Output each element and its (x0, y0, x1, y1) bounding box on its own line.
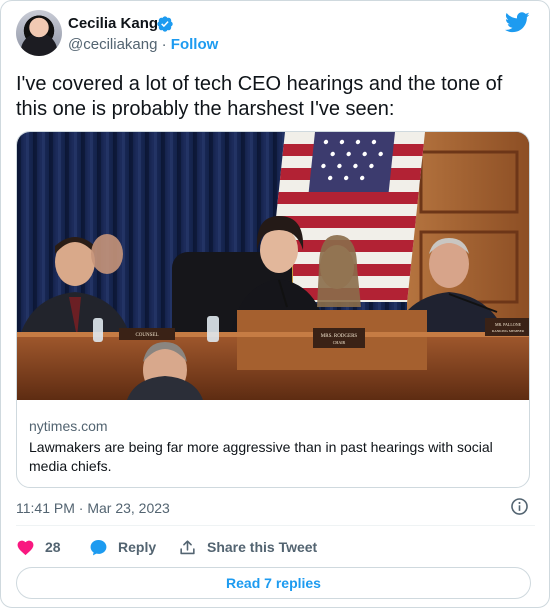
tweet-card: Cecilia Kang @ceciliakang · Follow I've … (0, 0, 550, 608)
handle-separator: · (157, 36, 171, 53)
share-button[interactable]: Share this Tweet (178, 537, 317, 557)
read-replies-button[interactable]: Read 7 replies (16, 567, 531, 599)
nameplate-left: COUNSEL (135, 333, 158, 338)
reply-button[interactable]: Reply (89, 537, 156, 557)
info-icon[interactable] (510, 497, 529, 516)
avatar[interactable] (16, 10, 62, 56)
nameplate-center-role: CHAIR (333, 340, 346, 345)
nameplate-right: MR. PALLONE (495, 322, 522, 327)
author-name[interactable]: Cecilia Kang (68, 15, 158, 33)
reply-label: Reply (118, 539, 157, 555)
link-card[interactable]: MRS. RODGERS CHAIR COUNSEL MR. PALLONE R… (16, 131, 530, 488)
author-handle[interactable]: @ceciliakang (68, 36, 157, 53)
follow-button[interactable]: Follow (171, 36, 219, 53)
card-domain[interactable]: nytimes.com (29, 417, 108, 435)
like-count: 28 (45, 539, 61, 555)
handle-row: @ceciliakang · Follow (68, 36, 218, 54)
tweet-text: I've covered a lot of tech CEO hearings … (16, 73, 503, 120)
share-icon (180, 539, 195, 554)
hearing-photo: MRS. RODGERS CHAIR COUNSEL MR. PALLONE R… (17, 132, 529, 400)
divider (16, 525, 535, 526)
like-button[interactable]: 28 (16, 537, 61, 557)
card-title[interactable]: Lawmakers are being far more aggressive … (29, 438, 519, 476)
reply-bubble-icon (90, 539, 107, 555)
nameplate-right-role: RANKING MEMBER (492, 329, 525, 333)
heart-icon (17, 540, 34, 555)
tweet-timestamp[interactable]: 11:41 PM · Mar 23, 2023 (16, 499, 170, 517)
nameplate-center: MRS. RODGERS (321, 334, 358, 339)
twitter-bird-icon[interactable] (505, 12, 530, 33)
share-label: Share this Tweet (207, 539, 318, 555)
verified-badge-icon (157, 16, 173, 32)
